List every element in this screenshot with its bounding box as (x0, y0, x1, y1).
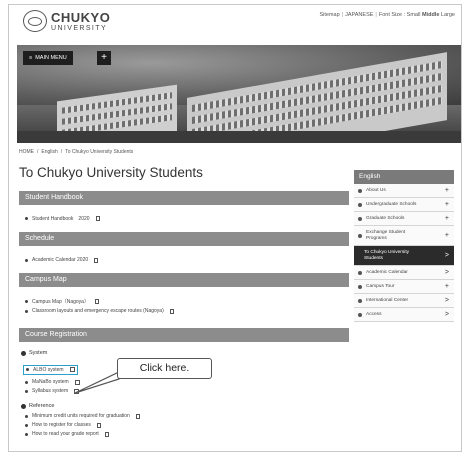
section-schedule: Schedule (19, 232, 349, 246)
register-classes-link[interactable]: How to register for classes (25, 422, 349, 428)
sidebar-item-exchange[interactable]: Exchange Student Programs + (354, 226, 454, 246)
expand-plus-icon: + (444, 201, 449, 208)
reference-subheading: Reference (21, 403, 349, 409)
circle-arrow-icon (358, 202, 362, 207)
sidebar-item-academic-calendar[interactable]: Academic Calendar > (354, 266, 454, 280)
breadcrumb: HOME / English / To Chukyo University Studen… (19, 149, 134, 155)
main-menu-label: MAIN MENU (35, 55, 67, 61)
circle-arrow-icon (358, 298, 362, 303)
classroom-layouts-link[interactable]: Classroom layouts and emergency escape r… (25, 308, 349, 314)
logo-emblem-icon (23, 10, 47, 32)
chevron-right-icon: > (444, 297, 449, 304)
academic-calendar-link[interactable]: Academic Calendar 2020 (25, 257, 349, 263)
circle-arrow-icon (358, 312, 362, 317)
hero-image: ≡ MAIN MENU + (17, 45, 461, 143)
menu-expand-button[interactable]: + (97, 51, 111, 65)
main-content: Student Handbook Student Handbook 2020 S… (19, 191, 349, 437)
chevron-right-icon: > (444, 269, 449, 276)
expand-plus-icon: + (444, 187, 449, 194)
pdf-icon (95, 216, 100, 221)
font-small-link[interactable]: Small (407, 12, 421, 18)
min-credits-link[interactable]: Minimum credit units required for gradua… (25, 413, 349, 419)
albo-system-highlight: ALBO system (23, 364, 78, 375)
section-campus-map: Campus Map (19, 273, 349, 287)
sidebar-item-about-us[interactable]: About Us + (354, 184, 454, 198)
pdf-icon (104, 431, 109, 437)
expand-plus-icon: + (444, 283, 449, 290)
circle-arrow-icon (358, 284, 362, 289)
pdf-icon (96, 422, 101, 428)
sidebar-nav: English About Us + Undergraduate Schools… (354, 170, 454, 322)
section-student-handbook: Student Handbook (19, 191, 349, 205)
pdf-icon (135, 413, 140, 419)
callout-text: Click here. (117, 358, 212, 379)
pdf-icon (94, 299, 99, 304)
sidebar-item-undergraduate[interactable]: Undergraduate Schools + (354, 198, 454, 212)
circle-arrow-icon (358, 188, 362, 193)
circle-arrow-icon (358, 270, 362, 275)
pdf-icon (94, 257, 99, 263)
campus-map-link[interactable]: Campus Map（Nagoya） (25, 298, 349, 305)
albo-system-link[interactable]: ALBO system (26, 367, 75, 373)
university-logo[interactable]: CHUKYO UNIVERSITY (23, 10, 110, 32)
sitemap-link[interactable]: Sitemap (319, 12, 339, 18)
circle-arrow-icon (358, 233, 362, 238)
expand-plus-icon: + (444, 215, 449, 222)
chevron-right-icon: > (444, 252, 449, 259)
sidebar-item-campus-tour[interactable]: Campus Tour + (354, 280, 454, 294)
utility-links: Sitemap | JAPANESE | Font Size : Small Middl… (319, 12, 455, 18)
external-link-icon (69, 367, 75, 372)
sidebar-item-graduate[interactable]: Graduate Schools + (354, 212, 454, 226)
font-size-label: Font Size : (378, 12, 406, 18)
browser-page: CHUKYO UNIVERSITY Sitemap | JAPANESE | Font … (8, 4, 462, 452)
section-course-registration: Course Registration (19, 328, 349, 342)
breadcrumb-current: To Chukyo University Students (65, 149, 134, 155)
circle-bullet-icon (21, 403, 26, 409)
font-large-link[interactable]: Large (441, 12, 455, 18)
system-subheading: System (21, 350, 349, 356)
grade-report-link[interactable]: How to read your grade report (25, 431, 349, 437)
breadcrumb-english[interactable]: English (41, 149, 57, 155)
pdf-icon (169, 308, 174, 314)
menu-icon: ≡ (29, 55, 33, 61)
sidebar-item-access[interactable]: Access > (354, 308, 454, 322)
logo-main-text: CHUKYO (51, 9, 111, 25)
sidebar-item-international-center[interactable]: International Center > (354, 294, 454, 308)
page-title: To Chukyo University Students (19, 165, 203, 180)
circle-arrow-icon (358, 216, 362, 221)
font-middle-link[interactable]: Middle (422, 12, 439, 18)
chevron-right-icon: > (444, 311, 449, 318)
expand-plus-icon: + (444, 232, 449, 239)
circle-bullet-icon (21, 350, 26, 356)
sidebar-item-current-students[interactable]: To Chukyo University Students > (354, 246, 454, 266)
japanese-link[interactable]: JAPANESE (345, 12, 373, 18)
sidebar-title: English (354, 170, 454, 184)
main-menu-button[interactable]: ≡ MAIN MENU (23, 51, 73, 65)
site-header: CHUKYO UNIVERSITY Sitemap | JAPANESE | Font … (9, 5, 461, 45)
logo-sub-text: UNIVERSITY (51, 24, 108, 32)
breadcrumb-home[interactable]: HOME (19, 149, 34, 155)
student-handbook-link[interactable]: Student Handbook 2020 (25, 215, 349, 222)
